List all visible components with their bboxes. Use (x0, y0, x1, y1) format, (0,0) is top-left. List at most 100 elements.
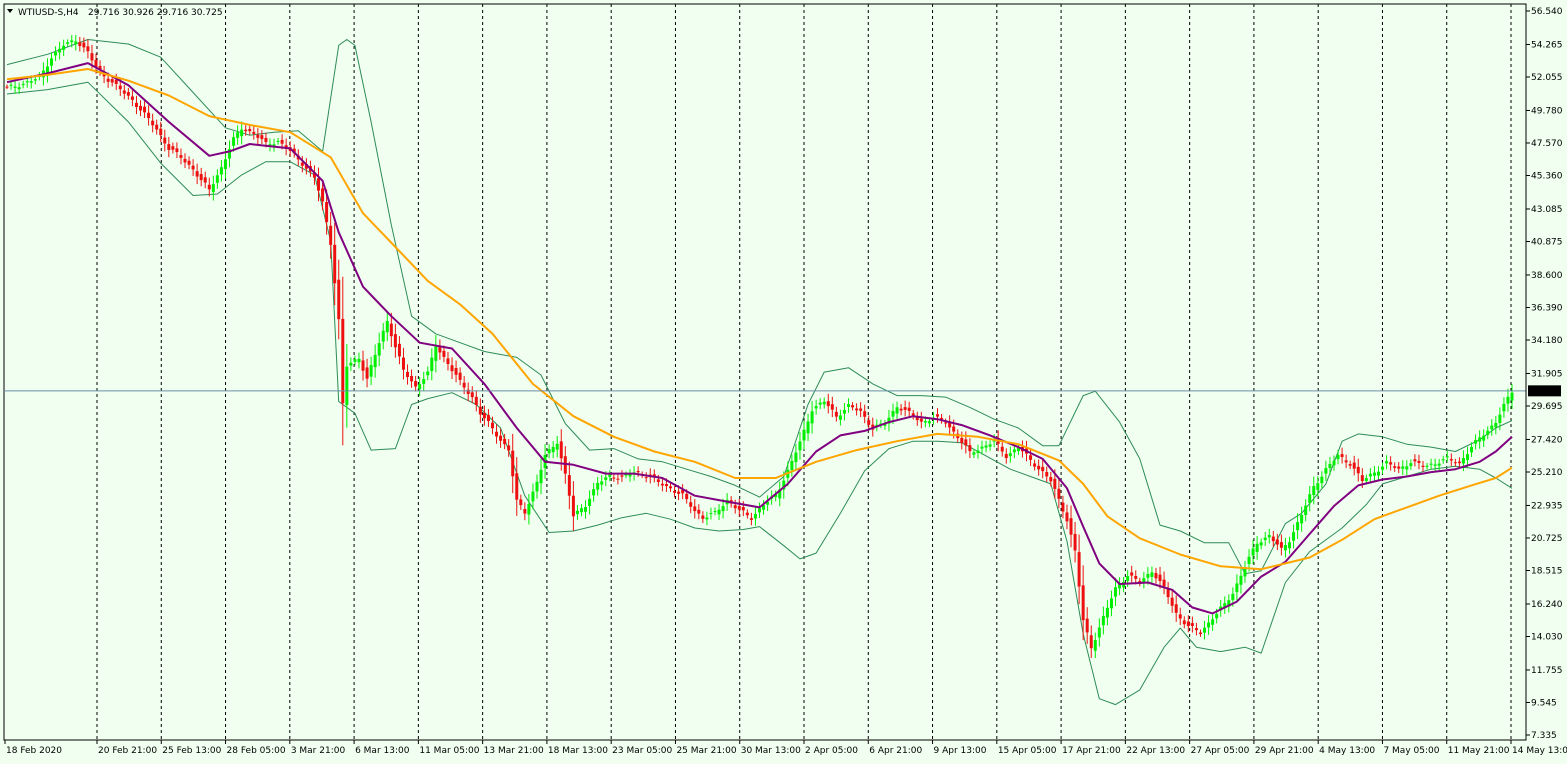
time-tick-label: 20 Feb 21:00 (98, 746, 157, 756)
candle-bull (33, 79, 37, 81)
candle-bear (397, 343, 401, 357)
candle-bull (422, 379, 426, 384)
candle-bull (1486, 430, 1490, 435)
candle-bear (968, 445, 972, 452)
candle-bear (1045, 472, 1049, 477)
time-tick-label: 4 May 13:00 (1319, 746, 1375, 756)
candle-bull (1215, 613, 1219, 619)
symbol-timeframe: WTIUSD-S,H4 (18, 8, 79, 18)
candle-bear (660, 483, 664, 486)
candle-bear (482, 412, 486, 419)
candle-bear (1413, 459, 1417, 462)
candle-bear (454, 368, 458, 375)
price-axis: 56.540 54.265 52.055 49.780 47.570 45.360 43.0… (1525, 4, 1563, 741)
candle-bear (106, 78, 110, 82)
candle-bear (329, 225, 333, 245)
candle-bull (62, 45, 66, 50)
candle-bear (122, 90, 126, 94)
candle-bull (547, 449, 551, 454)
price-tick-label: 18.515 (1531, 566, 1563, 576)
candle-bear (1069, 518, 1073, 535)
candle-bear (147, 112, 151, 119)
price-tick-label: 29.695 (1531, 402, 1563, 412)
candle-bear (515, 473, 519, 500)
price-chart[interactable]: 56.540 54.265 52.055 49.780 47.570 45.360 43.0… (0, 0, 1567, 764)
time-tick-label: 2 Apr 05:00 (805, 746, 858, 756)
time-tick-label: 3 Mar 21:00 (291, 746, 346, 756)
candles[interactable] (5, 35, 1514, 659)
time-tick-label: 18 Feb 2020 (6, 746, 62, 756)
candle-bull (1381, 466, 1385, 470)
candle-bull (1255, 543, 1259, 552)
candle-bear (851, 405, 855, 408)
candle-bull (349, 362, 353, 366)
candle-bull (1498, 414, 1502, 423)
candle-bull (1296, 522, 1300, 531)
candle-bull (1320, 476, 1324, 484)
candle-bull (1235, 583, 1239, 593)
candle-bull (891, 411, 895, 417)
candle-bear (571, 495, 575, 517)
candle-bull (802, 429, 806, 441)
candle-bear (442, 350, 446, 357)
time-tick-label: 14 May 13:00 (1512, 746, 1567, 756)
candle-bear (438, 346, 442, 353)
price-tick-label: 20.725 (1531, 534, 1563, 544)
candle-bull (705, 517, 709, 520)
candle-bull (430, 357, 434, 372)
candle-bear (446, 358, 450, 365)
candle-bull (628, 474, 632, 477)
candle-bull (1292, 532, 1296, 541)
candle-bull (535, 481, 539, 492)
candle-bear (1340, 454, 1344, 458)
candle-bull (1376, 471, 1380, 476)
time-tick-label: 30 Mar 13:00 (741, 746, 801, 756)
candle-bull (539, 469, 543, 484)
candle-bear (1000, 446, 1004, 452)
candle-bear (745, 512, 749, 516)
price-tick-label: 40.875 (1531, 237, 1563, 247)
candle-bull (54, 51, 58, 56)
candle-bear (361, 360, 365, 371)
candle-bull (1304, 505, 1308, 516)
candle-bear (1004, 453, 1008, 459)
candle-bear (139, 105, 143, 111)
candle-bear (1154, 573, 1158, 579)
candle-bear (280, 139, 284, 144)
candle-bull (1445, 456, 1449, 458)
ohlc-values: 29.716 30.926 29.716 30.725 (88, 8, 223, 18)
candle-bear (1049, 477, 1053, 482)
candle-bull (1441, 459, 1445, 461)
candle-bear (1421, 465, 1425, 467)
candle-bear (1041, 466, 1045, 472)
candle-bull (29, 81, 33, 83)
candle-bull (1328, 463, 1332, 469)
candle-bear (741, 507, 745, 511)
candle-bear (389, 323, 393, 337)
candle-bear (337, 279, 341, 320)
candle-bull (1474, 440, 1478, 444)
candle-bull (1364, 478, 1368, 482)
price-tick-label: 43.085 (1531, 205, 1563, 215)
candle-bull (211, 184, 215, 193)
candle-bull (923, 420, 927, 423)
candle-bull (1429, 463, 1433, 465)
candle-bull (1231, 593, 1235, 601)
candle-bull (1401, 466, 1405, 469)
triangle-down-icon[interactable] (7, 9, 13, 13)
candle-bear (82, 42, 86, 48)
candle-bull (600, 481, 604, 485)
candle-bear (401, 357, 405, 370)
candle-bull (1008, 453, 1012, 457)
candle-bull (1470, 446, 1474, 453)
bollinger-band-line (6, 39, 1513, 575)
chart-window[interactable]: 56.540 54.265 52.055 49.780 47.570 45.360 43.0… (0, 0, 1567, 764)
candle-bear (260, 135, 264, 140)
candle-bear (1348, 464, 1352, 466)
price-tick-label: 25.210 (1531, 468, 1563, 478)
candle-bear (470, 392, 474, 398)
candle-bear (499, 435, 503, 441)
candle-bull (1494, 423, 1498, 428)
candle-bear (612, 477, 616, 479)
candle-bull (713, 511, 717, 513)
